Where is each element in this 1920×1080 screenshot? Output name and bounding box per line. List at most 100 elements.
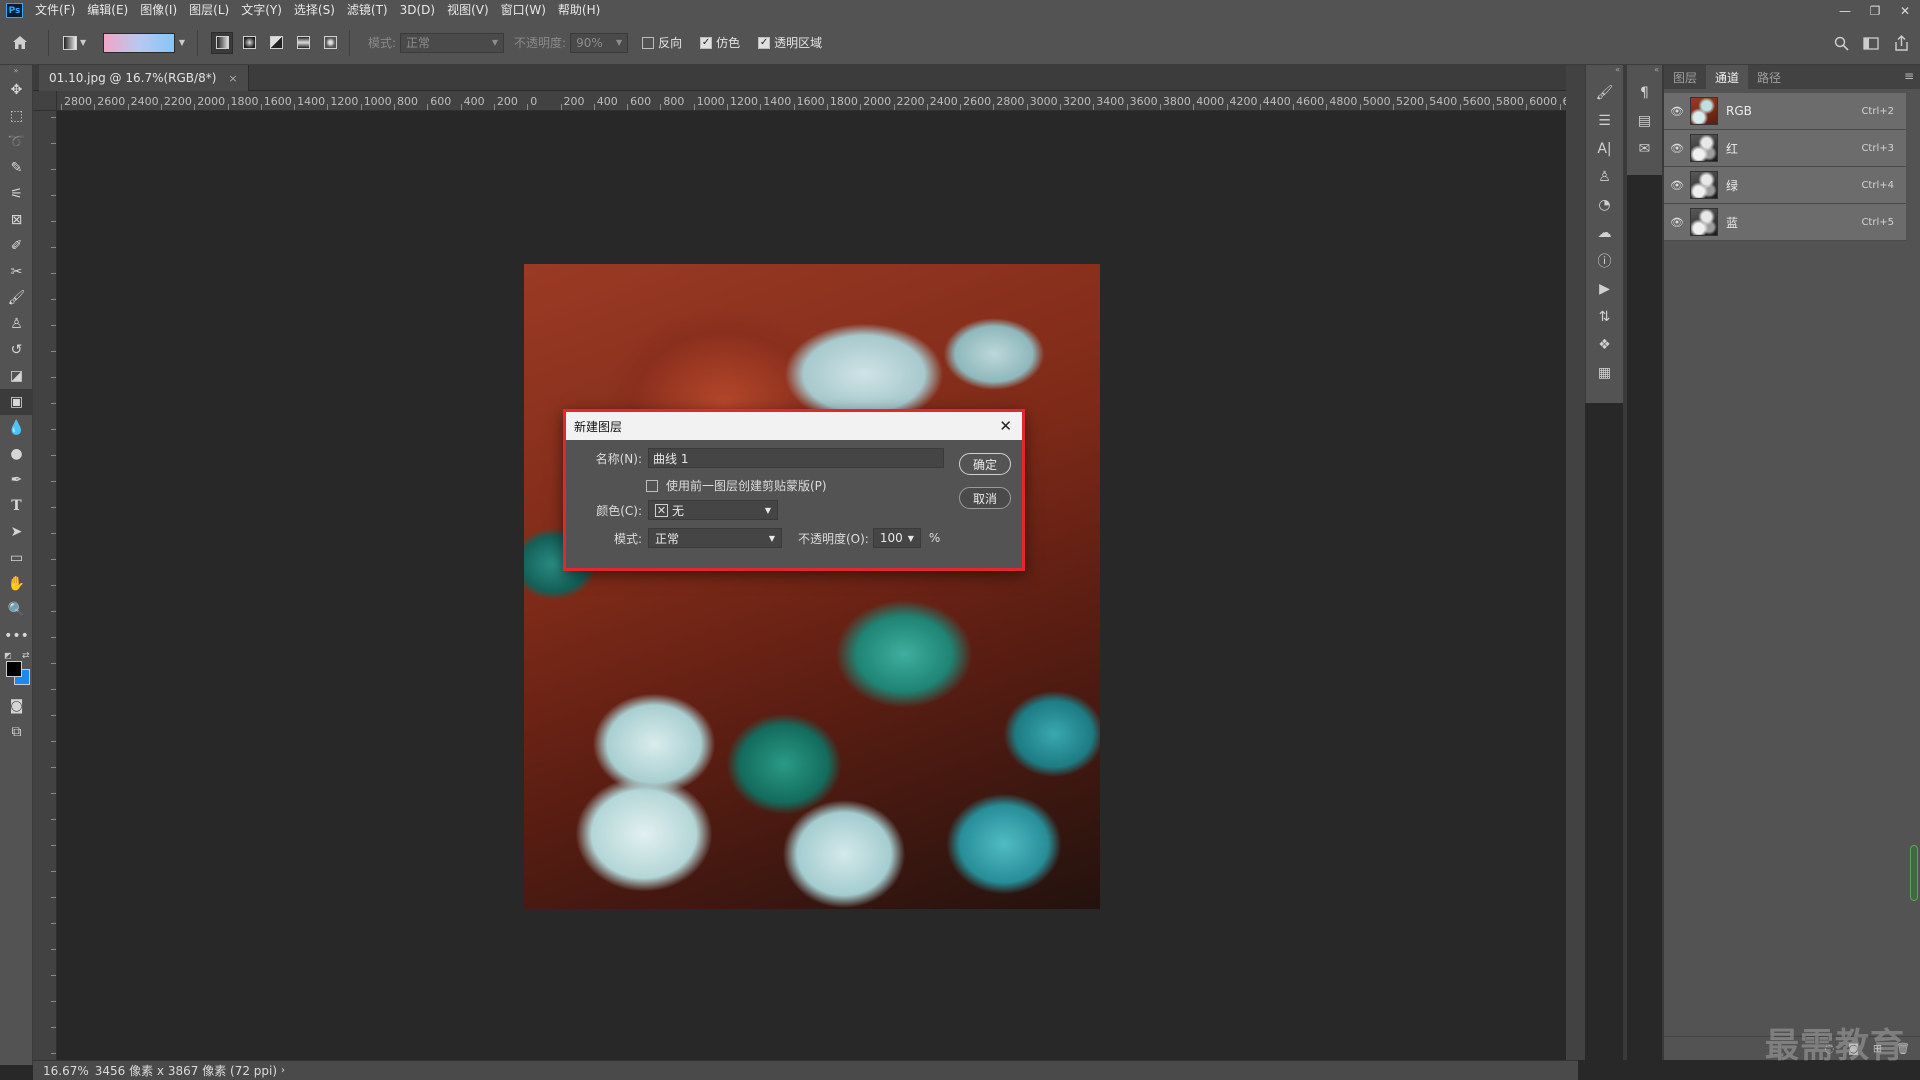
menu-layer[interactable]: 图层(L) — [183, 0, 235, 21]
gradient-tool[interactable]: ▣ — [0, 389, 33, 415]
tab-channels[interactable]: 通道 — [1706, 65, 1749, 89]
menu-view[interactable]: 视图(V) — [441, 0, 495, 21]
swap-colors-icon[interactable]: ⇄ — [22, 651, 30, 661]
default-colors-icon[interactable]: ◩ — [4, 651, 12, 660]
paragraph-button[interactable]: ¶ — [1627, 79, 1662, 107]
eye-icon[interactable]: 👁 — [1664, 105, 1690, 118]
channel-row-blue[interactable]: 👁 蓝 Ctrl+5 — [1664, 204, 1906, 241]
more-tools[interactable]: ••• — [0, 623, 33, 649]
layer-name-input[interactable]: 曲线 1 — [648, 448, 944, 468]
eyedropper-tool[interactable]: ✐ — [0, 233, 33, 259]
move-tool[interactable]: ✥ — [0, 77, 33, 103]
collapse-toolbar-icon[interactable]: » — [0, 65, 32, 77]
channel-row-red[interactable]: 👁 红 Ctrl+3 — [1664, 130, 1906, 167]
menu-file[interactable]: 文件(F) — [29, 0, 81, 21]
collapse-dock-icon[interactable]: « — [1585, 65, 1623, 75]
dither-checkbox[interactable]: ✓ — [700, 36, 713, 49]
quick-select-tool[interactable]: ✎ — [0, 155, 33, 181]
tab-layers[interactable]: 图层 — [1664, 65, 1706, 89]
tab-paths[interactable]: 路径 — [1748, 65, 1790, 89]
opacity-input[interactable]: 90% ▼ — [570, 32, 629, 53]
dialog-close-icon[interactable]: ✕ — [999, 417, 1012, 435]
reverse-checkbox[interactable] — [642, 36, 655, 49]
ruler-origin[interactable] — [33, 91, 57, 111]
eye-icon[interactable]: 👁 — [1664, 216, 1690, 229]
eye-icon[interactable]: 👁 — [1664, 142, 1690, 155]
marquee-tool[interactable]: ⬚ — [0, 103, 33, 129]
dodge-tool[interactable]: ● — [0, 441, 33, 467]
angle-gradient-button[interactable] — [265, 32, 287, 54]
cancel-button[interactable]: 取消 — [959, 487, 1011, 509]
gradient-dropdown[interactable]: ▼ — [175, 33, 189, 53]
canvas-area[interactable] — [57, 111, 1566, 1060]
status-menu-icon[interactable]: › — [281, 1065, 285, 1076]
menu-type[interactable]: 文字(Y) — [235, 0, 288, 21]
path-select-tool[interactable]: ➤ — [0, 519, 33, 545]
menu-image[interactable]: 图像(I) — [134, 0, 183, 21]
properties-button[interactable]: ▤ — [1627, 107, 1662, 135]
search-button[interactable] — [1826, 28, 1856, 58]
mode-select[interactable]: 正常 ▼ — [400, 32, 505, 53]
linear-gradient-button[interactable] — [211, 31, 233, 54]
transparency-checkbox[interactable]: ✓ — [758, 36, 771, 49]
frame-tool[interactable]: ⊠ — [0, 207, 33, 233]
restore-button[interactable]: ❐ — [1860, 0, 1890, 21]
character-button[interactable]: A| — [1586, 135, 1623, 163]
libraries-button[interactable]: ☁ — [1586, 219, 1623, 247]
magic-wand-tool[interactable]: ⚟ — [0, 181, 33, 207]
menu-window[interactable]: 窗口(W) — [495, 0, 552, 21]
panel-scrollbar[interactable] — [1910, 845, 1918, 901]
radial-gradient-button[interactable] — [238, 32, 260, 54]
pen-tool[interactable]: ✒ — [0, 467, 33, 493]
history-brush-tool[interactable]: ↺ — [0, 337, 33, 363]
brush-settings-button[interactable]: 🖌 — [1586, 79, 1623, 107]
close-tab-icon[interactable]: × — [228, 72, 237, 85]
clipping-mask-checkbox[interactable] — [646, 479, 658, 492]
eye-icon[interactable]: 👁 — [1664, 179, 1690, 192]
stamp-tool[interactable]: ♙ — [0, 311, 33, 337]
shape-tool[interactable]: ▭ — [0, 545, 33, 571]
blur-tool[interactable]: 💧 — [0, 415, 33, 441]
menu-edit[interactable]: 编辑(E) — [81, 0, 134, 21]
3d-button[interactable]: ❖ — [1586, 331, 1623, 359]
lasso-tool[interactable]: ➰ — [0, 129, 33, 155]
workspace-button[interactable] — [1856, 28, 1886, 58]
reflected-gradient-button[interactable] — [292, 32, 314, 54]
collapse-dock-icon[interactable]: « — [1627, 65, 1662, 75]
history-button[interactable]: ◔ — [1586, 191, 1623, 219]
brush-tool[interactable]: 🖌 — [0, 285, 33, 311]
vertical-ruler[interactable] — [33, 111, 57, 1060]
home-button[interactable] — [0, 21, 40, 65]
share-button[interactable] — [1886, 28, 1916, 58]
horizontal-ruler[interactable]: 2800 2600 2400 2200 2000 1800 1600 1400 1200 1000… — [57, 91, 1566, 111]
timeline-button[interactable]: ▦ — [1586, 359, 1623, 387]
color-select[interactable]: ✕ 无 ▼ — [648, 500, 778, 520]
hand-tool[interactable]: ✋ — [0, 571, 33, 597]
foreground-color-chip[interactable] — [6, 661, 22, 677]
channel-row-green[interactable]: 👁 绿 Ctrl+4 — [1664, 167, 1906, 204]
tool-preset-picker[interactable]: ▼ — [57, 31, 93, 55]
diamond-gradient-button[interactable] — [319, 32, 341, 54]
screen-mode-button[interactable]: ⧉ — [0, 719, 33, 745]
info-button[interactable]: ⓘ — [1586, 247, 1623, 275]
adjustments-button[interactable]: ☰ — [1586, 107, 1623, 135]
menu-filter[interactable]: 滤镜(T) — [341, 0, 394, 21]
zoom-level[interactable]: 16.67% — [33, 1064, 95, 1078]
blend-mode-select[interactable]: 正常 ▼ — [648, 528, 782, 548]
ok-button[interactable]: 确定 — [959, 453, 1011, 475]
actions-button[interactable]: ▶ — [1586, 275, 1623, 303]
channel-row-rgb[interactable]: 👁 RGB Ctrl+2 — [1664, 93, 1906, 130]
healing-tool[interactable]: ✂ — [0, 259, 33, 285]
close-window-button[interactable]: ✕ — [1890, 0, 1920, 21]
document-tab[interactable]: 01.10.jpg @ 16.7%(RGB/8*) × — [39, 65, 249, 91]
eraser-tool[interactable]: ◪ — [0, 363, 33, 389]
clone-source-button[interactable]: ♙ — [1586, 163, 1623, 191]
panel-menu-icon[interactable]: ≡ — [1904, 69, 1914, 83]
menu-3d[interactable]: 3D(D) — [394, 0, 441, 21]
type-tool[interactable]: T — [0, 493, 33, 519]
menu-select[interactable]: 选择(S) — [288, 0, 341, 21]
zoom-tool[interactable]: 🔍 — [0, 597, 33, 623]
notes-button[interactable]: ✉ — [1627, 135, 1662, 163]
layer-comps-button[interactable]: ⇅ — [1586, 303, 1623, 331]
gradient-swatch[interactable] — [103, 32, 175, 53]
